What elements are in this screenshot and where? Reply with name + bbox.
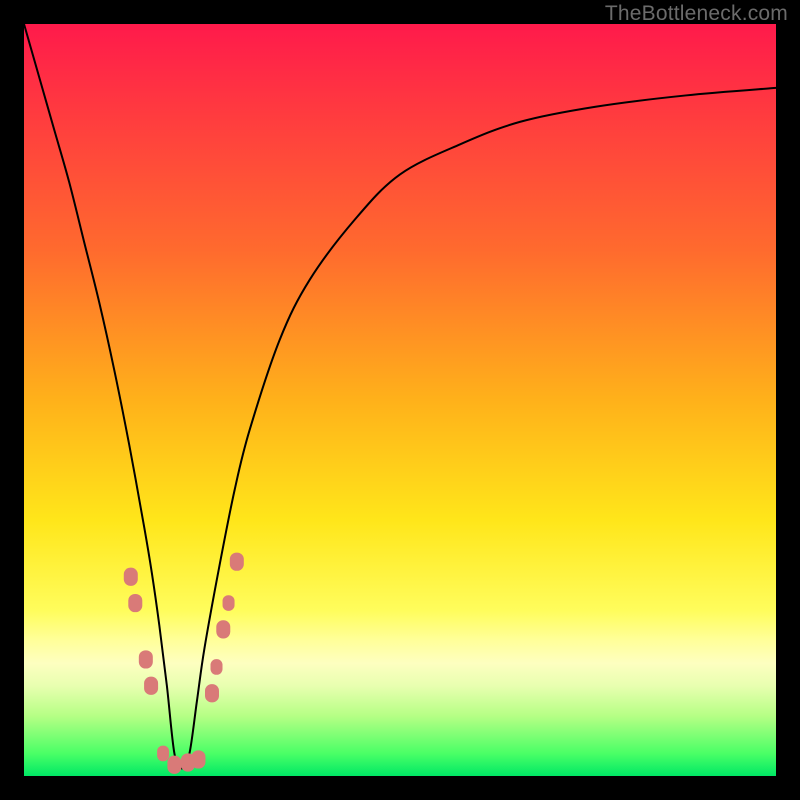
marker-point — [139, 650, 153, 668]
curve-markers — [124, 553, 244, 774]
bottleneck-curve — [24, 24, 776, 768]
marker-point — [167, 756, 181, 774]
marker-point — [144, 677, 158, 695]
plot-area — [24, 24, 776, 776]
marker-point — [124, 568, 138, 586]
marker-point — [216, 620, 230, 638]
marker-point — [157, 746, 169, 762]
marker-point — [205, 684, 219, 702]
marker-point — [223, 595, 235, 611]
curve-layer — [24, 24, 776, 776]
watermark-label: TheBottleneck.com — [605, 2, 788, 26]
marker-point — [191, 750, 205, 768]
marker-point — [230, 553, 244, 571]
chart-frame: TheBottleneck.com — [0, 0, 800, 800]
marker-point — [128, 594, 142, 612]
marker-point — [211, 659, 223, 675]
